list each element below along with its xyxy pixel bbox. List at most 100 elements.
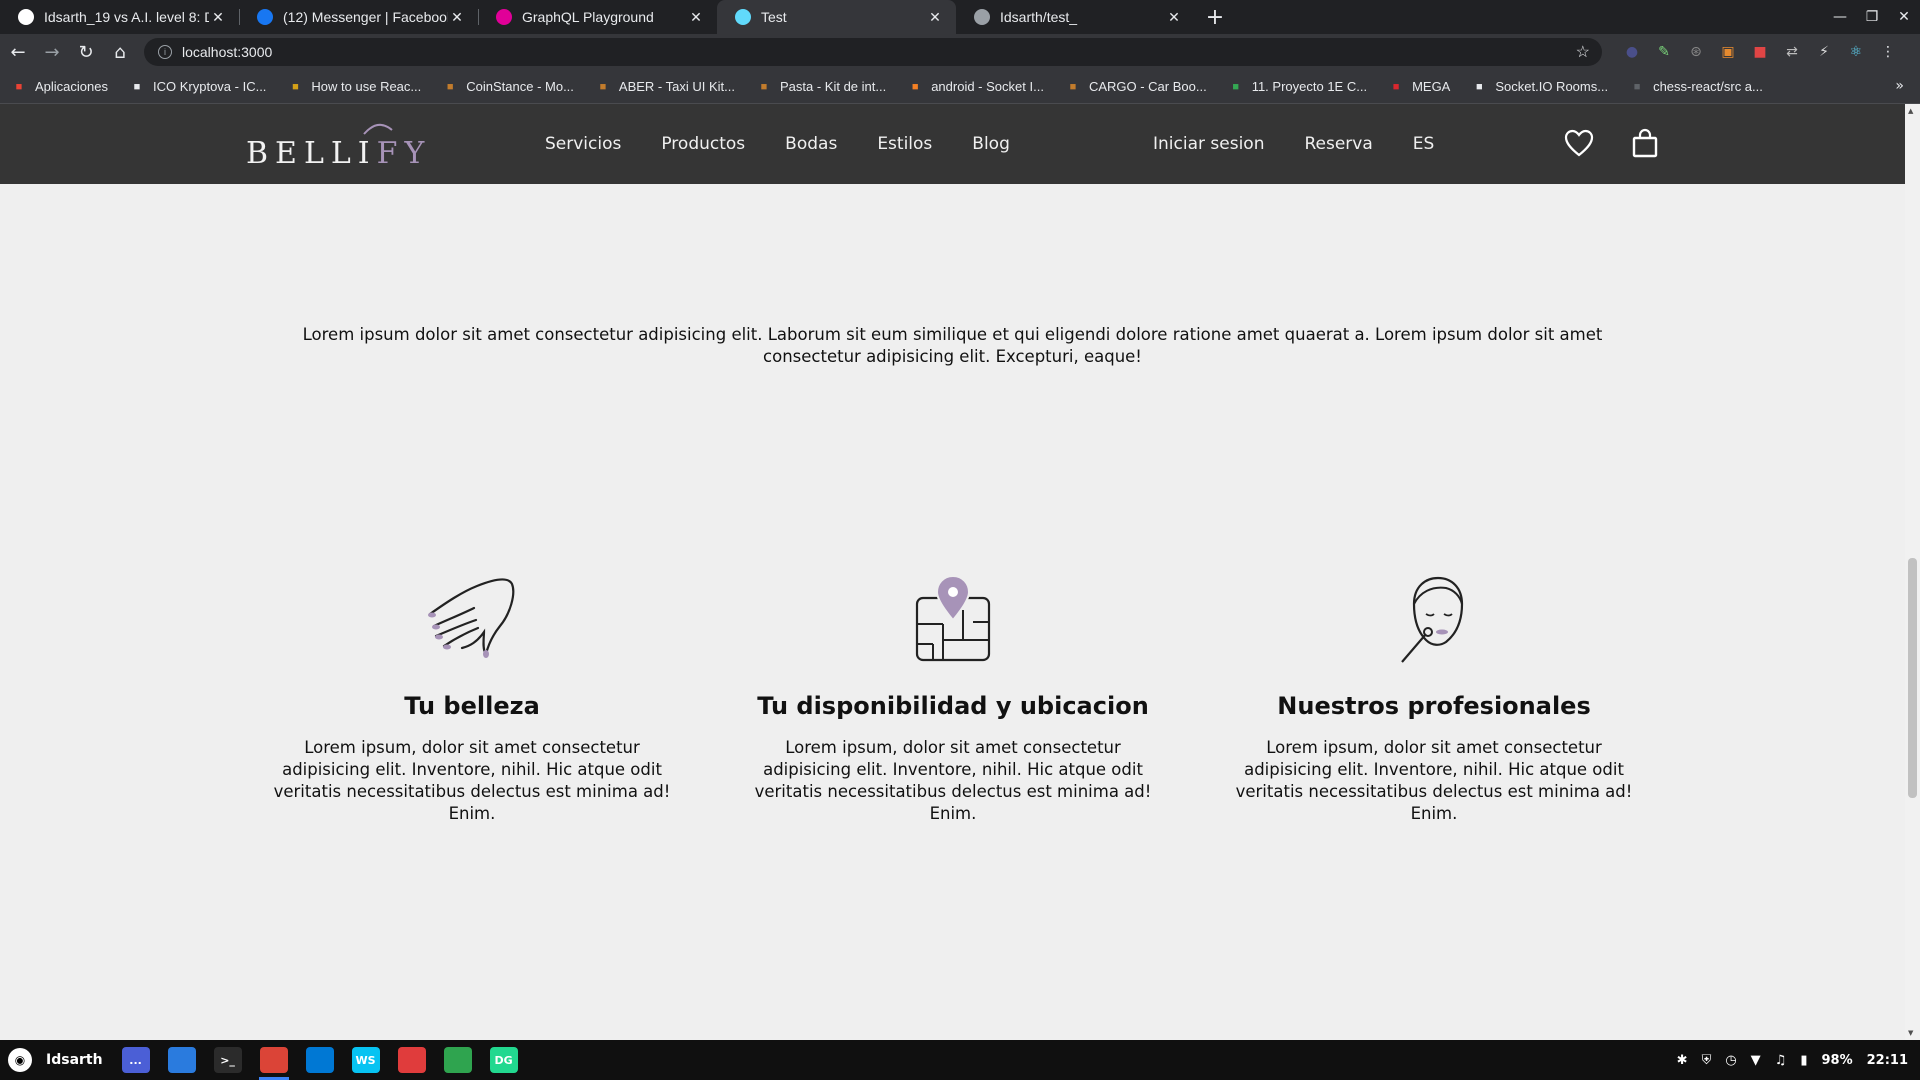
- tab-title: (12) Messenger | Facebook: [283, 9, 448, 25]
- bluetooth-icon[interactable]: ✱: [1677, 1053, 1688, 1068]
- forward-arrow-icon[interactable]: →: [36, 36, 68, 68]
- close-tab-icon[interactable]: ✕: [209, 9, 227, 26]
- heart-icon[interactable]: [1562, 126, 1596, 160]
- bookmark-icon: ■: [760, 80, 768, 93]
- bookmarks-overflow-icon[interactable]: »: [1895, 78, 1904, 94]
- bookmark-label: Aplicaciones: [35, 79, 108, 94]
- menu-item-estilos[interactable]: Estilos: [877, 134, 932, 154]
- feature-title: Nuestros profesionales: [1277, 692, 1591, 720]
- browser-tab[interactable]: Idsarth/test_ ✕: [956, 0, 1195, 34]
- menu-item-productos[interactable]: Productos: [661, 134, 745, 154]
- taskbar-app[interactable]: [389, 1040, 435, 1080]
- stackoverflow-icon: ■: [911, 80, 919, 93]
- bookmark-star-icon[interactable]: ☆: [1576, 42, 1590, 62]
- bookmark-item[interactable]: ■ CoinStance - Mo...: [443, 79, 574, 94]
- bookmark-item[interactable]: ■ Aplicaciones: [12, 79, 108, 94]
- extension-red-icon[interactable]: ■: [1744, 38, 1776, 66]
- bookmark-label: android - Socket I...: [931, 79, 1044, 94]
- wifi-icon[interactable]: ▼: [1751, 1053, 1761, 1068]
- back-arrow-icon[interactable]: ←: [2, 36, 34, 68]
- browser-tab[interactable]: Idsarth_19 vs A.I. level 8: D40✕: [0, 0, 239, 34]
- extension-icon[interactable]: ●: [1616, 38, 1648, 66]
- apps-grid-icon: ■: [15, 80, 23, 93]
- extension-wifi-icon[interactable]: ⊛: [1680, 38, 1712, 66]
- reserve-link[interactable]: Reserva: [1304, 134, 1372, 154]
- volume-icon[interactable]: ♫: [1775, 1053, 1787, 1068]
- system-time[interactable]: 22:11: [1867, 1053, 1908, 1068]
- close-window-icon[interactable]: ✕: [1888, 0, 1920, 34]
- scroll-up-icon[interactable]: ▲: [1908, 107, 1913, 115]
- bookmark-label: ICO Kryptova - IC...: [153, 79, 267, 94]
- bookmark-item[interactable]: ■ 11. Proyecto 1E C...: [1229, 79, 1367, 94]
- taskbar-app[interactable]: [435, 1040, 481, 1080]
- github-icon: ■: [1633, 80, 1641, 93]
- home-icon[interactable]: ⌂: [104, 36, 136, 68]
- taskbar-app[interactable]: [297, 1040, 343, 1080]
- shopping-bag-icon[interactable]: [1628, 126, 1662, 160]
- menu-item-servicios[interactable]: Servicios: [545, 134, 621, 154]
- close-tab-icon[interactable]: ✕: [1165, 9, 1183, 26]
- extension-bolt-icon[interactable]: ⚡: [1808, 38, 1840, 66]
- taskbar-app[interactable]: [159, 1040, 205, 1080]
- clock-icon[interactable]: ◷: [1725, 1053, 1736, 1068]
- bookmark-label: 11. Proyecto 1E C...: [1251, 79, 1368, 94]
- menu-item-blog[interactable]: Blog: [972, 134, 1010, 154]
- taskbar-app[interactable]: >_: [205, 1040, 251, 1080]
- bookmark-item[interactable]: ■ ICO Kryptova - IC...: [130, 79, 267, 94]
- bookmark-item[interactable]: ■ ABER - Taxi UI Kit...: [596, 79, 735, 94]
- menu-item-bodas[interactable]: Bodas: [785, 134, 837, 154]
- github-icon: [974, 9, 990, 25]
- bookmark-item[interactable]: ■ How to use Reac...: [288, 79, 421, 94]
- taskbar-app[interactable]: WS: [343, 1040, 389, 1080]
- bookmark-item[interactable]: ■ Socket.IO Rooms...: [1472, 79, 1608, 94]
- tab-title: Idsarth/test_: [1000, 9, 1078, 25]
- workspace-icon: ...: [121, 1047, 150, 1073]
- extension-pen-icon[interactable]: ✎: [1648, 38, 1680, 66]
- new-tab-button[interactable]: +: [1195, 0, 1235, 34]
- page-scrollbar[interactable]: ▲ ▼: [1905, 104, 1920, 1040]
- mega-icon: ■: [1392, 80, 1400, 93]
- os-taskbar: ◉ Idsarth ... >_ WS DG ✱ ⛨ ◷ ▼ ♫ ▮ 98% 22:1…: [0, 1040, 1920, 1080]
- language-selector[interactable]: ES: [1413, 134, 1435, 154]
- user-avatar-icon: ◉: [8, 1048, 32, 1072]
- close-tab-icon[interactable]: ✕: [687, 9, 705, 26]
- bookmark-item[interactable]: ■ MEGA: [1389, 79, 1451, 94]
- close-tab-icon[interactable]: ✕: [448, 9, 466, 26]
- browser-tab[interactable]: (12) Messenger | Facebook ✕: [239, 0, 478, 34]
- bellify-logo[interactable]: BELLIFY: [246, 116, 436, 174]
- scroll-down-icon[interactable]: ▼: [1908, 1029, 1913, 1037]
- browser-tab[interactable]: Test ✕: [717, 0, 956, 34]
- bookmark-item[interactable]: ■ android - Socket I...: [908, 79, 1044, 94]
- extension-stack-icon[interactable]: ▣: [1712, 38, 1744, 66]
- taskbar-app[interactable]: ...: [113, 1040, 159, 1080]
- socketio-icon: ■: [1476, 80, 1483, 93]
- system-tray: ✱ ⛨ ◷ ▼ ♫ ▮ 98% 22:11: [1663, 1040, 1908, 1080]
- close-tab-icon[interactable]: ✕: [926, 9, 944, 26]
- react-devtools-icon[interactable]: ⚛: [1840, 38, 1872, 66]
- bookmark-item[interactable]: ■ CARGO - Car Boo...: [1066, 79, 1207, 94]
- extension-sync-icon[interactable]: ⇄: [1776, 38, 1808, 66]
- address-bar[interactable]: i localhost:3000 ☆: [144, 38, 1602, 66]
- restore-icon[interactable]: ❐: [1856, 0, 1888, 34]
- maps-icon: [443, 1047, 472, 1073]
- login-link[interactable]: Iniciar sesion: [1153, 134, 1264, 154]
- feature-title: Tu belleza: [404, 692, 540, 720]
- minimize-icon[interactable]: —: [1824, 0, 1856, 34]
- map-pin-icon: [903, 574, 1003, 664]
- battery-icon[interactable]: ▮: [1800, 1053, 1807, 1068]
- battery-level: 98%: [1821, 1052, 1853, 1068]
- bookmark-icon: ■: [1069, 80, 1077, 93]
- browser-tab[interactable]: GraphQL Playground ✕: [478, 0, 717, 34]
- tab-title: Idsarth_19 vs A.I. level 8: D40: [44, 9, 209, 25]
- bookmark-item[interactable]: ■ chess-react/src a...: [1630, 79, 1763, 94]
- menu-dots-icon[interactable]: ⋮: [1872, 38, 1904, 66]
- feature-card: Tu disponibilidad y ubicacion Lorem ipsu…: [738, 574, 1168, 825]
- shield-icon[interactable]: ⛨: [1702, 1053, 1712, 1068]
- taskbar-app[interactable]: DG: [481, 1040, 527, 1080]
- user-menu[interactable]: ◉ Idsarth: [8, 1048, 103, 1072]
- site-info-icon[interactable]: i: [158, 45, 172, 59]
- reload-icon[interactable]: ↻: [70, 36, 102, 68]
- taskbar-app[interactable]: [251, 1040, 297, 1080]
- bookmark-item[interactable]: ■ Pasta - Kit de int...: [757, 79, 887, 94]
- scrollbar-thumb[interactable]: [1908, 558, 1917, 798]
